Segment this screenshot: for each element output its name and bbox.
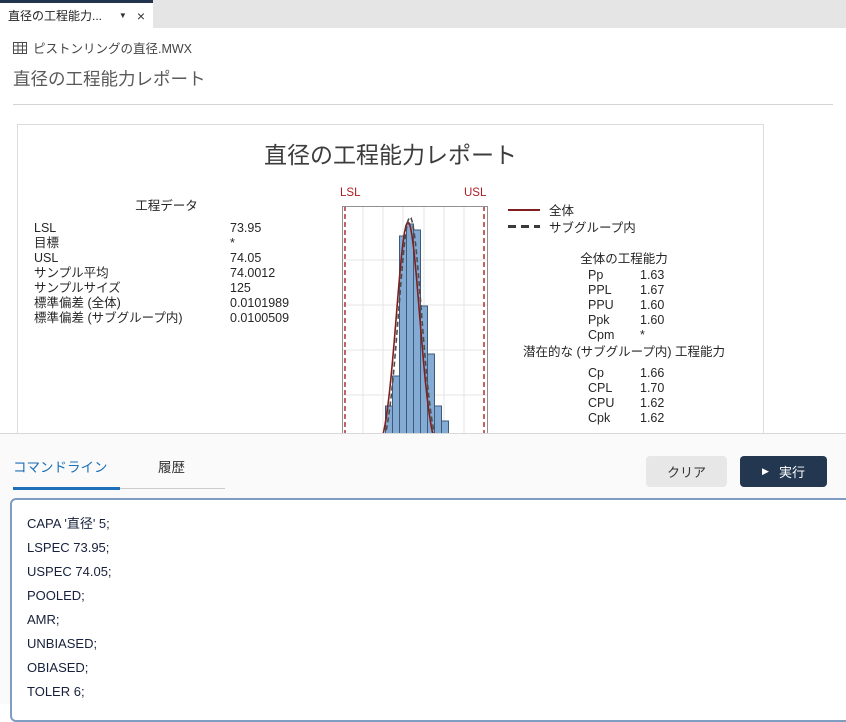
table-row: 目標 * xyxy=(34,236,324,251)
command-line-text: UNBIASED; xyxy=(27,632,846,656)
usl-label: USL xyxy=(464,187,486,199)
capability-report-card: 直径の工程能力レポート 工程データ LSL 73.95 目標 * USL 74.… xyxy=(17,124,764,433)
process-data-panel: 工程データ LSL 73.95 目標 * USL 74.05 サンプル平均 74… xyxy=(34,195,324,326)
table-row: サンプルサイズ 125 xyxy=(34,281,324,296)
table-row: PPU 1.60 xyxy=(488,298,760,313)
command-line-text: CAPA '直径' 5; xyxy=(27,512,846,536)
overall-capability-rows: Pp 1.63 PPL 1.67 PPU 1.60 Ppk 1.60 Cpm * xyxy=(488,268,760,343)
worksheet-name: ピストンリングの直径.MWX xyxy=(33,38,192,57)
worksheet-grid-icon xyxy=(13,42,27,54)
chevron-down-icon[interactable]: ▼ xyxy=(119,11,127,20)
command-line-text: OBIASED; xyxy=(27,656,846,680)
within-capability-header: 潜在的な (サブグループ内) 工程能力 xyxy=(488,345,760,360)
tab-command-line[interactable]: コマンドライン xyxy=(13,456,120,490)
table-row: サンプル平均 74.0012 xyxy=(34,266,324,281)
process-data-header: 工程データ xyxy=(34,195,299,214)
table-row: 標準偏差 (全体) 0.0101989 xyxy=(34,296,324,311)
document-tab-title: 直径の工程能力... xyxy=(8,7,115,24)
report-title: 直径の工程能力レポート xyxy=(18,136,763,170)
page-title: 直径の工程能力レポート xyxy=(13,66,833,91)
command-editor[interactable]: CAPA '直径' 5; LSPEC 73.95; USPEC 74.05; P… xyxy=(10,498,846,722)
within-dashed-swatch xyxy=(508,225,540,228)
histogram-plot xyxy=(342,206,488,433)
table-row: 標準偏差 (サブグループ内) 0.0100509 xyxy=(34,311,324,326)
command-panel-tabs: コマンドライン 履歴 xyxy=(13,456,225,489)
legend-item-overall: 全体 xyxy=(508,201,636,218)
capability-histogram: LSL USL xyxy=(342,187,488,433)
capability-stats-panel: 全体の工程能力 Pp 1.63 PPL 1.67 PPU 1.60 Ppk 1.… xyxy=(488,252,760,426)
table-row: Cpm * xyxy=(488,328,760,343)
overall-line-swatch xyxy=(508,209,540,211)
table-row: CPU 1.62 xyxy=(488,396,760,411)
table-row: LSL 73.95 xyxy=(34,221,324,236)
worksheet-link[interactable]: ピストンリングの直径.MWX xyxy=(13,38,833,57)
overall-capability-header: 全体の工程能力 xyxy=(488,252,760,267)
table-row: Cp 1.66 xyxy=(488,366,760,381)
command-line-text: LSPEC 73.95; xyxy=(27,536,846,560)
table-row: Ppk 1.60 xyxy=(488,313,760,328)
close-icon[interactable]: × xyxy=(137,9,145,23)
table-row: CPL 1.70 xyxy=(488,381,760,396)
table-row: Pp 1.63 xyxy=(488,268,760,283)
command-line-text: TOLER 6; xyxy=(27,680,846,704)
within-capability-rows: Cp 1.66 CPL 1.70 CPU 1.62 Cpk 1.62 xyxy=(488,366,760,426)
clear-button[interactable]: クリア xyxy=(646,456,727,487)
table-row: PPL 1.67 xyxy=(488,283,760,298)
command-line-text: AMR; xyxy=(27,608,846,632)
play-icon: ▶ xyxy=(762,466,769,477)
legend-item-within: サブグループ内 xyxy=(508,218,636,235)
command-panel: コマンドライン 履歴 クリア ▶ 実行 CAPA '直径' 5; LSPEC 7… xyxy=(0,433,846,704)
run-button[interactable]: ▶ 実行 xyxy=(740,456,827,487)
content-header: ピストンリングの直径.MWX 直径の工程能力レポート xyxy=(0,28,846,105)
chart-legend: 全体 サブグループ内 xyxy=(508,201,636,235)
document-tab[interactable]: 直径の工程能力... ▼ × xyxy=(0,0,153,28)
table-row: Cpk 1.62 xyxy=(488,411,760,426)
table-row: USL 74.05 xyxy=(34,251,324,266)
lsl-label: LSL xyxy=(340,187,360,199)
header-divider xyxy=(13,104,833,105)
tab-history[interactable]: 履歴 xyxy=(158,456,185,488)
command-line-text: USPEC 74.05; xyxy=(27,560,846,584)
document-tab-bar: 直径の工程能力... ▼ × xyxy=(0,0,846,28)
command-line-text: POOLED; xyxy=(27,584,846,608)
